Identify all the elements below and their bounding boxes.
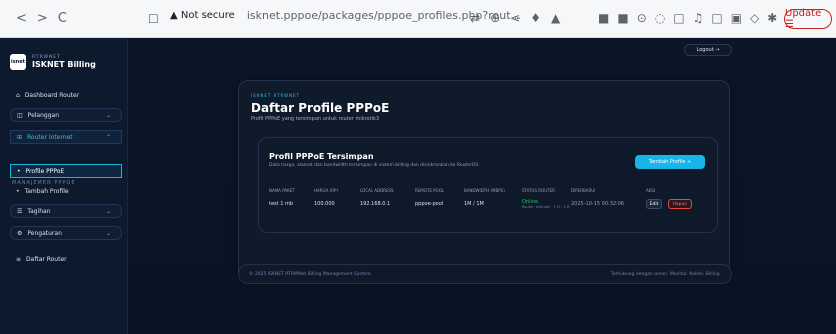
sidebar-item-label: Dashboard Router [24,91,80,99]
reload-icon[interactable]: C [58,11,67,26]
col-bandwidth: BANDWIDTH (MBPS) [464,187,505,193]
sidebar-item-label: Tagihan [27,207,51,215]
window-icon[interactable]: ▣ [731,11,742,25]
table-row: test 1 mb 100.000 192.168.0.1 pppoe-pool… [269,195,709,213]
extension-2-icon[interactable]: ■ [617,11,628,25]
dashboard-icon: ⌂ [16,91,20,99]
cell-pool: pppoe-pool [415,201,444,207]
table-header: NAMA PAKET HARGA (RP) LOCAL ADDRESS REMO… [269,185,709,195]
sidebar-item-tagihan[interactable]: ☰ Tagihan ⌄ [10,204,122,218]
sidebar-item-label: Tambah Profile [24,187,69,195]
chevron-down-icon: ⌄ [105,229,111,237]
page-description: Profil PPPoE yang tersimpan untuk router… [251,116,380,122]
dot-icon: • [16,187,20,195]
col-harga: HARGA (RP) [314,187,338,193]
brand: isnet RTRWNET ISKNET Billing [10,54,96,70]
add-profile-button[interactable]: Tambah Profile + [635,155,705,169]
nav-controls: < > C [0,11,67,26]
list-icon: ≡ [16,255,22,263]
col-status-router: STATUS ROUTER [522,187,555,193]
profile-icon[interactable]: ✱ [767,11,777,25]
footer-copyright: © 2025 ISKNET RTRWNet Billing Management… [249,271,373,277]
extension-3-icon[interactable]: ⊙ [637,11,647,25]
back-icon[interactable]: < [16,11,27,26]
users-icon: ◫ [17,111,23,119]
sidebar-item-label: Pelanggan [27,111,60,119]
sidebar-item-profile-pppoe[interactable]: • Profile PPPoE [10,164,122,178]
extension-1-icon[interactable]: ■ [598,11,609,25]
main-panel: ISKNET RTRWNET Daftar Profile PPPoE Prof… [238,80,730,282]
sidebar-item-label: Router Internet [27,133,73,141]
page-title: Daftar Profile PPPoE [251,101,390,115]
col-local-address: LOCAL ADDRESS [360,187,394,193]
sidebar-item-pengaturan[interactable]: ⚙ Pengaturan ⌄ [10,226,122,240]
alert-icon[interactable]: ▲ [551,11,560,25]
address-bar[interactable]: ▲ Not secure isknet.pppoe/packages/pppoe… [170,9,521,22]
not-secure-indicator[interactable]: ▲ Not secure [170,10,235,21]
sidebar-item-pelanggan[interactable]: ◫ Pelanggan ⌄ [10,108,122,122]
delete-button[interactable]: Hapus [667,199,692,209]
brand-logo: isnet [10,54,26,70]
sidebar: isnet RTRWNET ISKNET Billing ⌂ Dashboard… [0,38,128,334]
footer: © 2025 ISKNET RTRWNet Billing Management… [238,264,732,284]
card-title: Profil PPPoE Tersimpan [269,152,374,161]
chevron-up-icon: ⌃ [105,133,111,141]
sidebar-item-dashboard[interactable]: ⌂ Dashboard Router [10,88,122,102]
puzzle-icon[interactable]: ◇ [750,11,759,25]
extension-5-icon[interactable]: □ [673,11,684,25]
chevron-down-icon: ⌄ [105,111,111,119]
sidebar-item-label: Pengaturan [27,229,62,237]
cell-name: test 1 mb [269,201,294,207]
app-area: isnet RTRWNET ISKNET Billing ⌂ Dashboard… [0,38,836,334]
sidebar-item-router-internet[interactable]: ⊞ Router Internet ⌃ [10,130,122,144]
col-aksi: AKSI [646,187,656,193]
forward-icon[interactable]: > [37,11,48,26]
active-dot-icon: • [17,167,21,175]
translate-icon[interactable]: ⇄ [470,11,480,25]
sidebar-item-tambah-profile[interactable]: • Tambah Profile [10,184,122,198]
page-tag: ISKNET RTRWNET [251,93,301,98]
profile-card: Profil PPPoE Tersimpan Data harga, alama… [258,137,718,233]
status-detail: Router: mikrotik · 1 M / 1 M [522,205,570,209]
update-button[interactable]: Update ☰ [784,8,832,30]
chevron-down-icon: ⌄ [105,207,111,215]
tab-icon[interactable]: □ [711,11,722,25]
zoom-icon[interactable]: ⊕ [490,11,500,25]
brand-name: ISKNET Billing [32,60,96,69]
extension-icons: ■ ■ ⊙ ◌ □ ♫ □ ▣ ◇ ✱ [598,11,777,25]
bill-icon: ☰ [17,207,23,215]
cell-local: 192.168.0.1 [360,201,391,207]
router-icon: ⊞ [17,133,23,141]
cell-updated: 2025-10-15 00:32:06 [571,201,625,207]
bookmark-icon[interactable]: ☐ [148,12,159,26]
browser-chrome: < > C ☐ ▲ Not secure isknet.pppoe/packag… [0,0,836,38]
col-remote-pool: REMOTE POOL [415,187,445,193]
cell-price: 100.000 [314,201,335,207]
sidebar-item-label: Daftar Router [26,255,67,263]
address-actions: ⇄ ⊕ ⋖ ♦ ▲ [470,11,560,25]
card-description: Data harga, alamat dan bandwidth tersimp… [269,163,480,168]
sidebar-item-daftar-router[interactable]: ≡ Daftar Router [10,252,122,266]
profile-table: NAMA PAKET HARGA (RP) LOCAL ADDRESS REMO… [269,185,709,213]
footer-tagline: Terhubung dengan aman. Monitor. Kelola. … [610,271,721,277]
cell-bandwidth: 1M / 1M [464,201,484,207]
shield-icon[interactable]: ♦ [530,11,541,25]
extension-4-icon[interactable]: ◌ [655,11,665,25]
music-icon[interactable]: ♫ [693,11,704,25]
logout-button[interactable]: Logout → [684,44,732,56]
col-diperbarui: DIPERBARUI [571,187,596,193]
sidebar-item-label: Profile PPPoE [25,167,65,175]
edit-button[interactable]: Edit [646,199,662,209]
cell-status: Online Router: mikrotik · 1 M / 1 M [522,199,571,209]
col-nama-paket: NAMA PAKET [269,187,295,193]
share-icon[interactable]: ⋖ [510,11,520,25]
gear-icon: ⚙ [17,229,23,237]
cell-actions: Edit Hapus [646,199,709,209]
